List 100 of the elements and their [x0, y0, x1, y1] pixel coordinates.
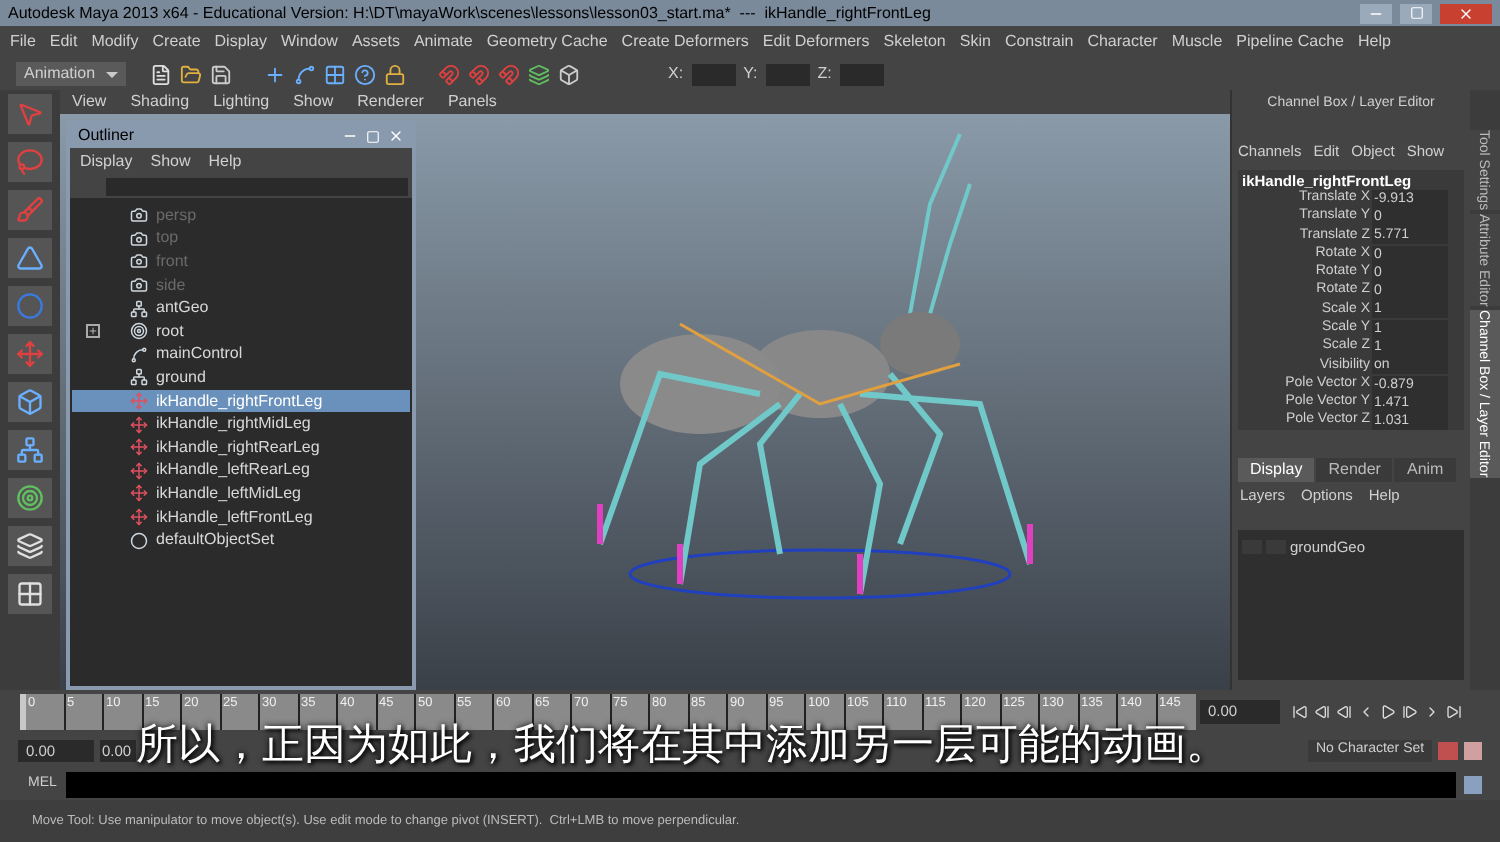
hierarchy-icon[interactable] — [8, 430, 52, 470]
panel-menu-item[interactable]: Renderer — [357, 90, 424, 114]
save-icon[interactable] — [210, 63, 232, 85]
outliner-item[interactable]: root — [72, 319, 410, 344]
menu-item[interactable]: Assets — [351, 30, 400, 54]
cone-icon[interactable] — [8, 238, 52, 278]
target-icon[interactable] — [8, 478, 52, 518]
outliner-item-label: defaultObjectSet — [156, 528, 275, 553]
help-icon[interactable] — [354, 63, 376, 85]
layer-tab[interactable]: Anim — [1394, 458, 1456, 483]
folder-icon[interactable] — [180, 63, 202, 85]
group-icon — [130, 368, 148, 387]
pointer-icon[interactable] — [8, 94, 52, 134]
expand-icon[interactable] — [85, 324, 99, 339]
panel-menu-item[interactable]: Lighting — [213, 90, 270, 114]
step-forward-icon[interactable] — [1424, 704, 1440, 720]
menu-item[interactable]: Display — [214, 30, 267, 54]
step-back-icon[interactable] — [1314, 704, 1330, 720]
layers-icon[interactable] — [8, 526, 52, 566]
outliner-item[interactable]: ikHandle_rightRearLeg — [72, 435, 410, 460]
filter-field[interactable] — [106, 177, 408, 195]
magnet-icon[interactable] — [468, 63, 490, 85]
menu-item[interactable]: Skeleton — [883, 30, 946, 54]
move-icon[interactable] — [8, 334, 52, 374]
panel-menu-item[interactable]: Show — [293, 90, 334, 114]
key-back-icon[interactable] — [1336, 704, 1352, 720]
coordinate-label: Z: — [817, 62, 832, 86]
menu-item[interactable]: Create — [152, 30, 201, 54]
panel-menu-item[interactable]: Panels — [447, 90, 497, 114]
outliner-item-label: side — [156, 273, 186, 298]
grid-icon[interactable] — [324, 63, 346, 85]
outliner-item-label: mainControl — [156, 342, 243, 367]
menu-item[interactable]: Display — [80, 149, 133, 173]
menu-item[interactable]: Constrain — [1004, 30, 1074, 54]
play-back-icon[interactable] — [1358, 704, 1374, 720]
lock-icon[interactable] — [384, 63, 406, 85]
camera-icon — [130, 252, 148, 271]
coordinate-field[interactable] — [691, 63, 736, 85]
outliner-item-label: antGeo — [156, 296, 209, 321]
outliner-item[interactable]: ikHandle_leftMidLeg — [72, 482, 410, 506]
outliner-item[interactable]: ikHandle_leftRearLeg — [72, 459, 410, 483]
outliner-item-label: ikHandle_leftFrontLeg — [156, 505, 313, 530]
minimize-button[interactable] — [1360, 3, 1392, 23]
maximize-icon[interactable] — [366, 129, 380, 143]
skip-forward-icon[interactable] — [1446, 704, 1462, 720]
close-icon[interactable] — [388, 128, 404, 144]
maximize-button[interactable] — [1400, 3, 1432, 23]
coordinate-field[interactable] — [839, 63, 884, 85]
ik-handle-icon — [130, 415, 148, 434]
menu-item[interactable]: Animate — [413, 30, 473, 54]
close-icon — [1458, 5, 1474, 21]
ik-handle-icon — [130, 438, 148, 457]
menu-item[interactable]: Create Deformers — [621, 30, 749, 54]
new-file-icon[interactable] — [150, 63, 172, 85]
magnet-icon[interactable] — [438, 63, 460, 85]
outliner-item[interactable]: ground — [72, 366, 410, 390]
menu-item[interactable]: Edit Deformers — [762, 30, 870, 54]
skip-back-icon[interactable] — [1292, 704, 1308, 720]
coordinate-field[interactable] — [765, 63, 810, 85]
menu-item[interactable]: Pipeline Cache — [1236, 30, 1344, 54]
panel-menu-item[interactable]: Shading — [130, 90, 190, 114]
outliner-item[interactable]: antGeo — [72, 296, 410, 320]
menu-item[interactable]: Skin — [959, 30, 991, 54]
play-icon[interactable] — [1380, 704, 1396, 720]
menu-item[interactable]: Muscle — [1171, 30, 1223, 54]
close-button[interactable] — [1440, 3, 1492, 23]
layer-tab[interactable]: Render — [1316, 458, 1393, 483]
cube-icon[interactable] — [558, 63, 580, 85]
menu-item[interactable]: Window — [281, 30, 338, 54]
maximize-icon — [1409, 6, 1423, 20]
brush-icon[interactable] — [8, 190, 52, 230]
layers-icon[interactable] — [528, 63, 550, 85]
plus-icon[interactable] — [264, 63, 286, 85]
menu-item[interactable]: Character — [1087, 30, 1158, 54]
grid-icon[interactable] — [8, 574, 52, 614]
menu-item[interactable]: Help — [208, 149, 242, 173]
command-field[interactable] — [66, 771, 1456, 797]
magnet-icon[interactable] — [498, 63, 520, 85]
menu-item[interactable]: File — [10, 30, 36, 54]
outliner-item[interactable]: mainControl — [72, 343, 410, 367]
cube-icon[interactable] — [8, 382, 52, 422]
outliner-item-label: ground — [156, 365, 206, 390]
menu-item[interactable]: Help — [1357, 30, 1391, 54]
outliner-item[interactable]: ikHandle_leftFrontLeg — [72, 505, 410, 529]
menu-item[interactable]: Modify — [91, 30, 139, 54]
curve-icon[interactable] — [294, 63, 316, 85]
camera-icon — [130, 276, 148, 295]
outliner-item[interactable]: defaultObjectSet — [72, 528, 410, 552]
key-forward-icon[interactable] — [1402, 704, 1418, 720]
coordinate-label: X: — [668, 62, 684, 86]
outliner-item[interactable]: ikHandle_rightFrontLeg — [72, 389, 410, 413]
menu-item[interactable]: Edit — [49, 30, 78, 54]
panel-menu-item[interactable]: View — [72, 90, 107, 114]
menu-item[interactable]: Geometry Cache — [486, 30, 608, 54]
menu-set-dropdown[interactable]: Animation — [16, 62, 126, 86]
layer-tab[interactable]: Display — [1238, 458, 1315, 483]
outliner-item-label: ikHandle_leftRearLeg — [156, 458, 310, 483]
menu-item[interactable]: Show — [150, 149, 191, 173]
outliner-item[interactable]: ikHandle_rightMidLeg — [72, 412, 410, 436]
lasso-icon[interactable] — [8, 142, 52, 182]
